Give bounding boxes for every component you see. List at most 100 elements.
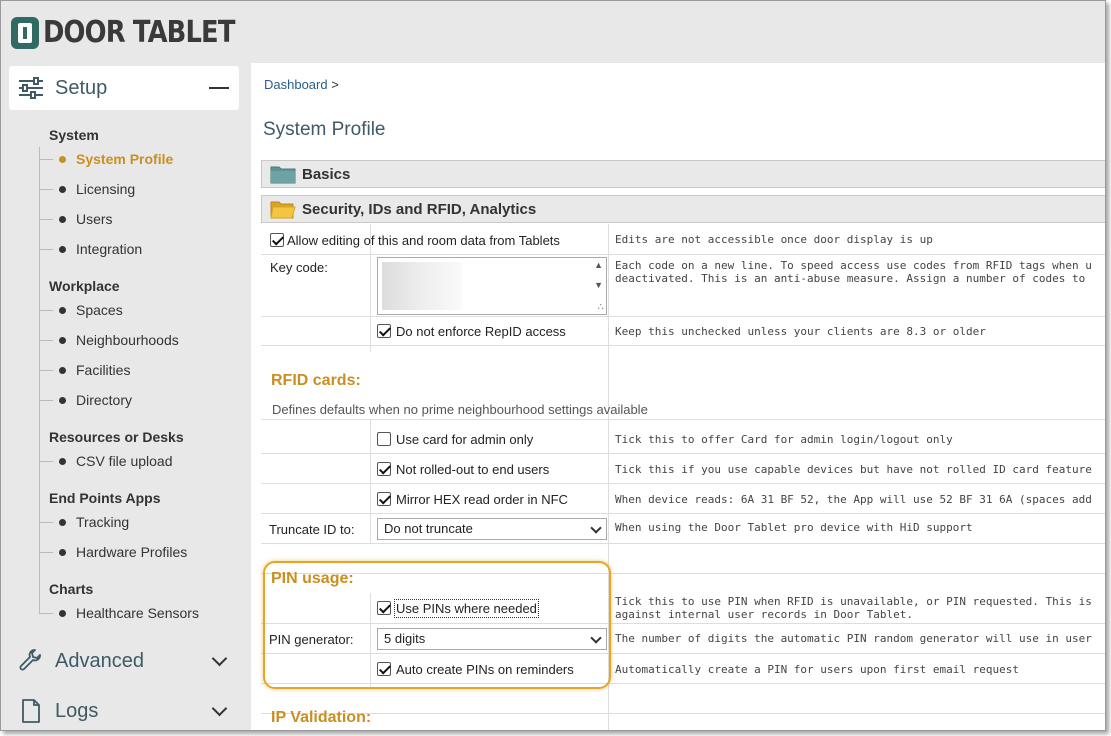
- logo-text: DOOR TABLET: [43, 15, 235, 50]
- use-pins-help: Tick this to use PIN when RFID is unavai…: [615, 595, 1092, 608]
- collapse-icon[interactable]: [209, 78, 229, 98]
- key-code-textarea[interactable]: ▲ ▼ ∴: [377, 257, 607, 315]
- group-title-resources: Resources or Desks: [49, 429, 184, 445]
- sidebar-item-label: Neighbourhoods: [76, 332, 179, 348]
- sidebar-item-directory[interactable]: Directory: [39, 388, 223, 412]
- sidebar-item-integration[interactable]: Integration: [39, 237, 223, 261]
- group-title-endpoints: End Points Apps: [49, 490, 161, 506]
- auto-create-pins-help: Automatically create a PIN for users upo…: [615, 663, 1019, 676]
- mirror-hex-checkbox[interactable]: [377, 492, 391, 506]
- nav-section-setup[interactable]: Setup: [9, 66, 239, 110]
- nav-section-logs[interactable]: Logs: [9, 689, 239, 730]
- truncate-label: Truncate ID to:: [269, 522, 355, 537]
- use-pins-help-2: against internal user records in Door Ta…: [615, 608, 914, 621]
- door-tablet-logo[interactable]: DOOR TABLET: [11, 15, 266, 50]
- breadcrumb-separator: >: [331, 77, 339, 92]
- not-rolled-help: Tick this if you use capable devices but…: [615, 463, 1092, 476]
- chevron-down-icon[interactable]: [209, 700, 229, 721]
- bullet-icon: [59, 457, 66, 465]
- panel-security-header[interactable]: Security, IDs and RFID, Analytics: [261, 195, 1105, 223]
- top-bar: DOOR TABLET: [1, 1, 1105, 61]
- group-title-system: System: [49, 127, 99, 143]
- nav-section-label: Logs: [55, 699, 99, 722]
- chevron-down-icon: [590, 522, 602, 534]
- tablet-icon: [11, 16, 39, 49]
- truncate-select[interactable]: Do not truncate: [377, 518, 607, 540]
- sidebar-item-label: Healthcare Sensors: [76, 605, 199, 621]
- rfid-section-title: RFID cards:: [271, 372, 361, 389]
- bullet-icon: [59, 306, 66, 314]
- bullet-icon: [59, 336, 66, 344]
- resize-handle-icon[interactable]: ∴: [598, 302, 604, 313]
- sidebar-item-users[interactable]: Users: [39, 207, 223, 231]
- wrench-icon: [17, 647, 45, 675]
- sidebar-item-label: Tracking: [76, 514, 130, 530]
- main-content: Dashboard > System Profile Basics Securi…: [251, 63, 1105, 730]
- sidebar-item-hardware-profiles[interactable]: Hardware Profiles: [39, 540, 223, 564]
- panel-basics-header[interactable]: Basics: [261, 160, 1105, 188]
- sidebar-item-licensing[interactable]: Licensing: [39, 177, 223, 201]
- bullet-icon: [59, 548, 66, 556]
- pin-usage-highlight: [263, 561, 611, 689]
- scroll-down-icon[interactable]: ▼: [594, 280, 603, 290]
- sidebar-item-label: Hardware Profiles: [76, 544, 188, 560]
- breadcrumb: Dashboard >: [264, 77, 339, 92]
- pin-generator-help: The number of digits the automatic PIN r…: [615, 632, 1092, 645]
- bullet-icon: [59, 215, 66, 223]
- sidebar-item-label: Spaces: [76, 302, 123, 318]
- use-card-admin-checkbox[interactable]: [377, 432, 391, 446]
- use-card-admin-label: Use card for admin only: [396, 432, 534, 447]
- use-card-admin-help: Tick this to offer Card for admin login/…: [615, 433, 953, 446]
- bullet-icon: [59, 518, 66, 526]
- sidebar-item-csv-upload[interactable]: CSV file upload: [39, 449, 223, 473]
- sidebar-item-facilities[interactable]: Facilities: [39, 358, 223, 382]
- not-rolled-label: Not rolled-out to end users: [396, 462, 550, 477]
- breadcrumb-dashboard-link[interactable]: Dashboard: [264, 77, 328, 92]
- sidebar-item-system-profile[interactable]: System Profile: [39, 147, 223, 171]
- nav-section-advanced[interactable]: Advanced: [9, 639, 239, 683]
- key-code-label: Key code:: [270, 260, 328, 275]
- chevron-down-icon[interactable]: [209, 650, 229, 671]
- bullet-icon: [59, 155, 66, 163]
- allow-editing-label: Allow editing of this and room data from…: [287, 233, 560, 248]
- panel-title: Security, IDs and RFID, Analytics: [302, 200, 537, 218]
- not-rolled-checkbox[interactable]: [377, 462, 391, 476]
- document-icon: [17, 697, 45, 725]
- scroll-up-icon[interactable]: ▲: [594, 260, 603, 270]
- page-title: System Profile: [263, 119, 386, 140]
- sidebar-item-tracking[interactable]: Tracking: [39, 510, 223, 534]
- mirror-hex-help: When device reads: 6A 31 BF 52, the App …: [615, 493, 1092, 506]
- bullet-icon: [59, 245, 66, 253]
- ip-validation-title: IP Validation:: [271, 709, 372, 726]
- sidebar-item-label: Users: [76, 211, 113, 227]
- truncate-help: When using the Door Tablet pro device wi…: [615, 521, 973, 534]
- sidebar-item-label: CSV file upload: [76, 453, 173, 469]
- sidebar-item-neighbourhoods[interactable]: Neighbourhoods: [39, 328, 223, 352]
- bullet-icon: [59, 185, 66, 193]
- repid-checkbox[interactable]: [377, 324, 391, 338]
- bullet-icon: [59, 609, 66, 617]
- sidebar-item-label: Directory: [76, 392, 133, 408]
- folder-closed-icon: [270, 164, 296, 184]
- sidebar-item-label: Licensing: [76, 181, 136, 197]
- sidebar: Setup System System Profile Licensing Us…: [1, 61, 249, 730]
- bullet-icon: [59, 396, 66, 404]
- key-code-help: Each code on a new line. To speed access…: [615, 259, 1092, 272]
- app-window: DOOR TABLET Setup System System Profile …: [0, 0, 1106, 731]
- rfid-subtitle: Defines defaults when no prime neighbour…: [272, 402, 648, 417]
- key-code-help-2: deactivated. This is an anti-abuse measu…: [615, 272, 1086, 285]
- group-title-charts: Charts: [49, 581, 94, 597]
- repid-label: Do not enforce RepID access: [396, 324, 566, 339]
- allow-editing-checkbox[interactable]: [270, 233, 284, 247]
- truncate-select-value: Do not truncate: [384, 521, 473, 536]
- bullet-icon: [59, 366, 66, 374]
- sidebar-item-healthcare-sensors[interactable]: Healthcare Sensors: [39, 601, 223, 625]
- nav-section-label: Advanced: [55, 649, 144, 672]
- nav-section-label: Setup: [55, 76, 108, 99]
- sidebar-item-label: Facilities: [76, 362, 131, 378]
- sliders-icon: [17, 74, 45, 102]
- redacted-content: [382, 262, 462, 310]
- sidebar-item-label: Integration: [76, 241, 143, 257]
- group-title-workplace: Workplace: [49, 278, 120, 294]
- sidebar-item-spaces[interactable]: Spaces: [39, 298, 223, 322]
